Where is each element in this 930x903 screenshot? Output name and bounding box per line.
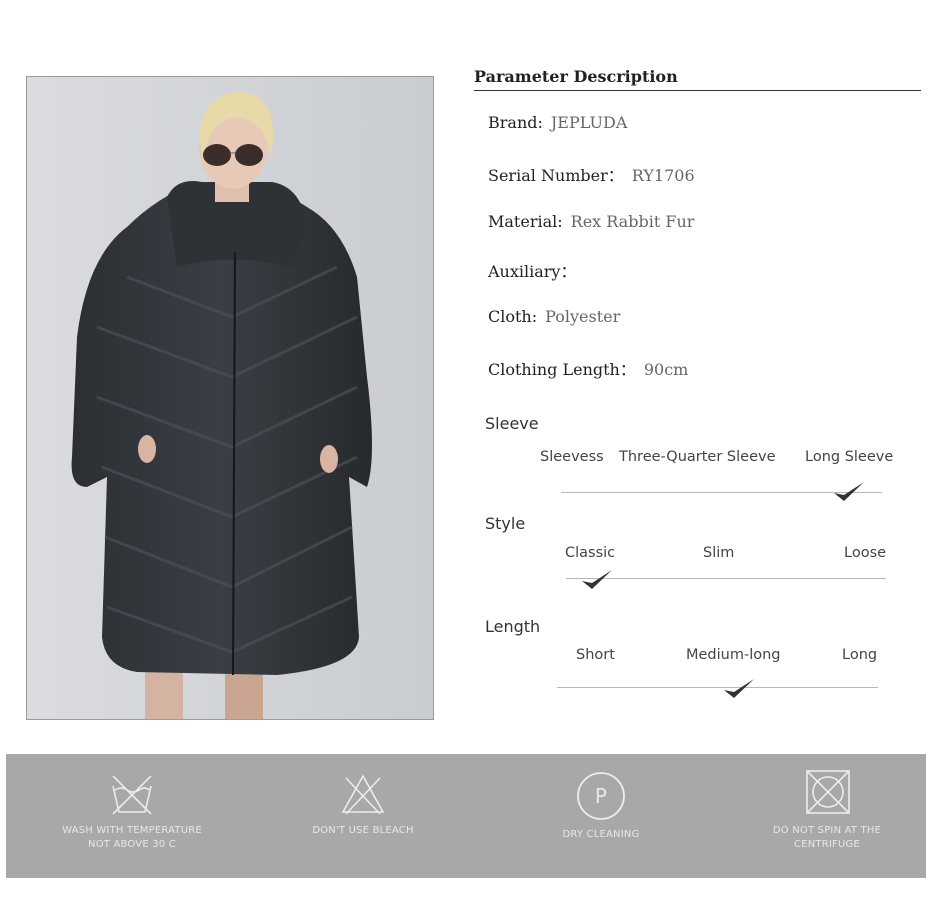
care-wash-line1: WASH WITH TEMPERATURE <box>62 825 202 836</box>
cloth-value: Polyester <box>545 307 621 326</box>
title-divider <box>474 90 921 91</box>
length-scale-line <box>557 687 878 688</box>
material-label: Material: <box>488 212 563 231</box>
sleeve-option-three-quarter: Three-Quarter Sleeve <box>619 449 776 465</box>
length-label: Length <box>485 617 541 636</box>
cloth-label: Cloth: <box>488 307 538 326</box>
care-dry-clean-text: DRY CLEANING <box>506 828 696 842</box>
clothing-length-label: Clothing Length： <box>488 360 636 379</box>
product-photo <box>26 76 434 720</box>
style-label: Style <box>485 514 526 533</box>
auxiliary-row: Auxiliary： <box>488 258 584 282</box>
sleeve-label: Sleeve <box>485 414 539 433</box>
serial-number-value: RY1706 <box>631 166 695 185</box>
care-wash-line2: NOT ABOVE 30 C <box>88 839 176 850</box>
material-value: Rex Rabbit Fur <box>570 212 695 231</box>
length-selected-check-icon <box>724 679 754 698</box>
cloth-row: Cloth: Polyester <box>488 307 620 326</box>
style-selected-check-icon <box>582 570 612 589</box>
care-instructions-band: WASH WITH TEMPERATURE NOT ABOVE 30 C DON… <box>6 754 926 878</box>
serial-number-row: Serial Number： RY1706 <box>488 162 695 186</box>
sleeve-option-sleeveless: Sleevess <box>540 449 604 465</box>
clothing-length-value: 90cm <box>643 360 689 379</box>
material-row: Material: Rex Rabbit Fur <box>488 212 694 231</box>
clothing-length-row: Clothing Length： 90cm <box>488 356 688 380</box>
no-spin-dry-icon <box>806 770 850 814</box>
style-scale-line <box>566 578 886 579</box>
care-bleach-line1: DON'T USE BLEACH <box>312 825 414 836</box>
style-option-loose: Loose <box>844 545 887 561</box>
brand-label: Brand: <box>488 113 543 132</box>
auxiliary-label: Auxiliary： <box>488 262 577 281</box>
no-bleach-icon <box>341 774 385 815</box>
length-option-long: Long <box>842 647 878 663</box>
brand-value: JEPLUDA <box>550 113 628 132</box>
serial-number-label: Serial Number： <box>488 166 624 185</box>
hand-wash-icon <box>112 775 152 815</box>
style-option-classic: Classic <box>565 545 616 561</box>
parameter-description-title: Parameter Description <box>474 67 678 86</box>
sleeve-selected-check-icon <box>834 482 864 501</box>
length-option-short: Short <box>576 647 615 663</box>
care-no-spin-text: DO NOT SPIN AT THE CENTRIFUGE <box>730 824 924 852</box>
model-in-fur-coat-image <box>27 77 433 719</box>
care-dry-clean-line1: DRY CLEANING <box>562 829 640 840</box>
length-option-medium-long: Medium-long <box>686 647 781 663</box>
style-option-slim: Slim <box>703 545 735 561</box>
care-wash-text: WASH WITH TEMPERATURE NOT ABOVE 30 C <box>34 824 230 852</box>
care-no-spin-line2: CENTRIFUGE <box>794 839 860 850</box>
brand-row: Brand: JEPLUDA <box>488 113 627 132</box>
care-no-spin-line1: DO NOT SPIN AT THE <box>772 825 882 836</box>
care-bleach-text: DON'T USE BLEACH <box>268 824 458 838</box>
sleeve-option-long: Long Sleeve <box>805 449 894 465</box>
dry-clean-letter: P <box>594 784 608 808</box>
